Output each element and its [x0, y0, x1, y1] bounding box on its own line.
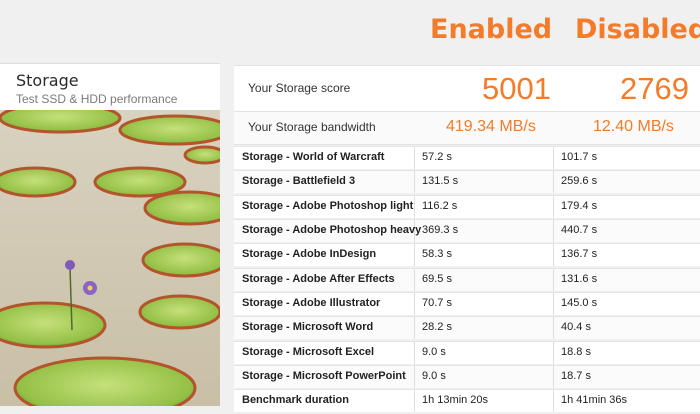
table-row: Storage - Microsoft Word 28.2 s 40.4 s — [234, 316, 700, 340]
disabled-value-cell: 136.7 s — [561, 248, 598, 261]
enabled-value-cell: 69.5 s — [422, 272, 452, 285]
table-row: Storage - Adobe Photoshop light 116.2 s 17… — [234, 194, 700, 218]
test-name-cell: Storage - Battlefield 3 — [242, 175, 356, 188]
test-name-cell: Storage - Adobe InDesign — [242, 248, 377, 261]
storage-bandwidth-row: Your Storage bandwidth 419.34 MB/s 12.40… — [234, 111, 700, 145]
enabled-column-header: Enabled — [430, 14, 553, 45]
column-divider — [553, 366, 554, 389]
column-divider — [553, 195, 554, 218]
table-row: Storage - Microsoft PowerPoint 9.0 s 18.7 … — [234, 365, 700, 389]
table-row: Benchmark duration 1h 13min 20s 1h 41min 3… — [234, 389, 700, 413]
disabled-value-cell: 259.6 s — [561, 175, 598, 188]
storage-score-row: Your Storage score 5001 2769 — [234, 65, 700, 113]
column-divider — [553, 317, 554, 340]
enabled-value-cell: 57.2 s — [422, 151, 452, 163]
enabled-value-cell: 116.2 s — [422, 199, 458, 212]
column-divider — [553, 220, 554, 243]
disabled-value-cell: 101.7 s — [561, 151, 598, 163]
test-name-cell: Storage - World of Warcraft — [242, 151, 385, 163]
test-name-cell: Storage - Adobe Photoshop light — [242, 199, 414, 212]
enabled-value-cell: 58.3 s — [422, 248, 452, 261]
test-name-cell: Storage - Adobe Illustrator — [242, 297, 381, 310]
column-divider — [414, 366, 415, 389]
enabled-value-cell: 9.0 s — [422, 345, 446, 358]
disabled-value-cell: 440.7 s — [561, 224, 598, 237]
table-row: Storage - Microsoft Excel 9.0 s 18.8 s — [234, 340, 700, 364]
test-name-cell: Storage - Microsoft PowerPoint — [242, 370, 406, 383]
column-divider — [553, 244, 554, 267]
storage-score-label: Your Storage score — [248, 81, 351, 95]
storage-bandwidth-label: Your Storage bandwidth — [248, 120, 376, 134]
table-row: Storage - Adobe After Effects 69.5 s 131.6… — [234, 267, 700, 291]
disabled-value-cell: 179.4 s — [561, 199, 598, 212]
test-name-cell: Storage - Adobe After Effects — [242, 272, 395, 285]
disabled-value-cell: 131.6 s — [561, 272, 598, 285]
test-name-cell: Storage - Adobe Photoshop heavy — [242, 224, 422, 237]
storage-bandwidth-enabled: 419.34 MB/s — [446, 118, 536, 135]
column-divider — [414, 341, 415, 364]
column-divider — [553, 147, 554, 169]
column-divider — [553, 390, 554, 413]
column-divider — [414, 390, 415, 413]
storage-score-enabled: 5001 — [482, 71, 551, 106]
table-row: Storage - Adobe Illustrator 70.7 s 145.0 s — [234, 292, 700, 316]
disabled-column-header: Disabled — [575, 14, 700, 45]
column-divider — [414, 268, 415, 291]
test-name-cell: Storage - Microsoft Word — [242, 321, 374, 334]
disabled-value-cell: 40.4 s — [561, 321, 591, 334]
column-divider — [553, 171, 554, 194]
storage-test-card: Storage Test SSD & HDD performance — [0, 63, 220, 406]
column-divider — [414, 293, 415, 316]
disabled-value-cell: 145.0 s — [561, 297, 598, 310]
column-divider — [553, 268, 554, 291]
enabled-value-cell: 9.0 s — [422, 370, 446, 383]
enabled-value-cell: 131.5 s — [422, 175, 459, 188]
column-divider — [414, 244, 415, 267]
table-row: Storage - Battlefield 3 131.5 s 259.6 s — [234, 170, 700, 194]
column-divider — [553, 341, 554, 364]
results-table: Storage - World of Warcraft 57.2 s 101.7 s… — [234, 146, 700, 414]
disabled-value-cell: 18.7 s — [561, 370, 591, 383]
column-divider — [414, 195, 415, 218]
disabled-value-cell: 18.8 s — [561, 345, 591, 358]
test-name-cell: Storage - Microsoft Excel — [242, 345, 375, 358]
enabled-value-cell: 369.3 s — [422, 224, 459, 237]
lily-pad-photo — [0, 110, 220, 406]
card-title: Storage — [16, 71, 79, 90]
table-row: Storage - Adobe InDesign 58.3 s 136.7 s — [234, 243, 700, 267]
storage-bandwidth-disabled: 12.40 MB/s — [593, 118, 674, 135]
card-subtitle: Test SSD & HDD performance — [16, 92, 178, 106]
enabled-value-cell: 70.7 s — [422, 297, 452, 310]
column-divider — [553, 293, 554, 316]
table-row: Storage - World of Warcraft 57.2 s 101.7 s — [234, 146, 700, 169]
column-divider — [414, 171, 415, 194]
enabled-value-cell: 28.2 s — [422, 321, 452, 334]
table-row: Storage - Adobe Photoshop heavy 369.3 s 44… — [234, 219, 700, 243]
column-divider — [414, 317, 415, 340]
storage-score-disabled: 2769 — [620, 71, 689, 106]
column-divider — [414, 147, 415, 169]
